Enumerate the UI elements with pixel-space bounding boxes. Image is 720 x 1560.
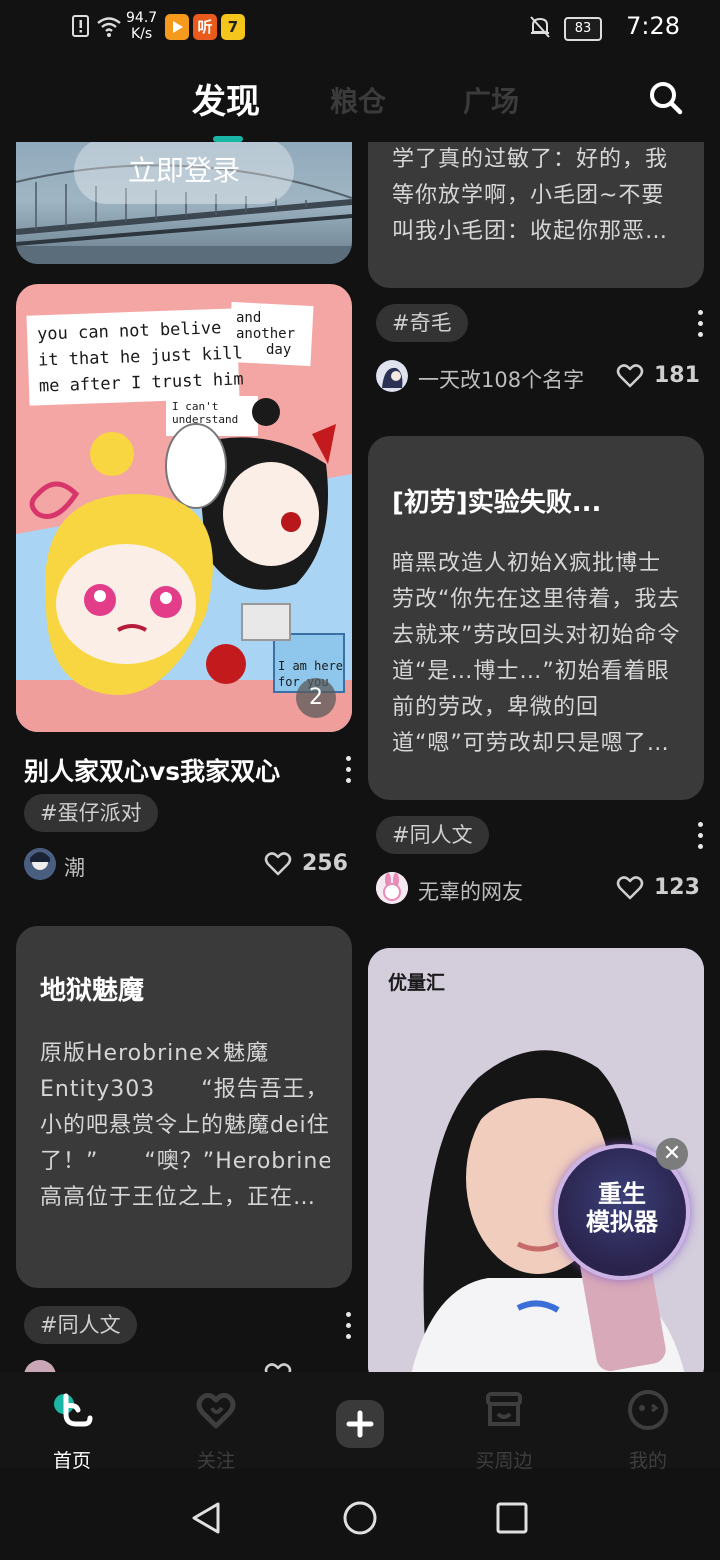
wifi-icon	[97, 17, 121, 37]
post-title: 地狱魅魔	[40, 976, 145, 1006]
post-excerpt: 暗黑改造人初始X疯批博士劳改“你先在这里待着，我去去就来”劳改回头对初始命令道“…	[392, 551, 681, 756]
post-excerpt: 学了真的过敏了：好的，我等你放学啊，小毛团~不要叫我小毛团：收起你那恶…	[392, 147, 669, 244]
post-title[interactable]: 别人家双心vs我家双心	[24, 752, 280, 788]
like-heart-icon[interactable]	[264, 1362, 292, 1372]
post-image[interactable]: you can not belive it that he just kill …	[16, 284, 352, 732]
heart-follow-icon	[196, 1392, 236, 1429]
post-tag[interactable]: #奇毛	[376, 304, 468, 342]
ad-card[interactable]: 优量汇 重生 模拟器 ✕	[368, 948, 704, 1372]
video-app-icon	[165, 14, 189, 40]
mute-bell-icon	[530, 16, 550, 38]
tab-granary[interactable]: 粮仓	[330, 80, 386, 120]
back-icon[interactable]	[188, 1500, 224, 1536]
nav-shop-label[interactable]: 买周边	[454, 1446, 554, 1473]
create-post-button[interactable]	[310, 1398, 410, 1450]
like-count: 256	[302, 851, 348, 876]
comic-caption-small: I can't understand	[172, 400, 239, 426]
bottom-navigation: 首页 关注 买周边 我的	[0, 1372, 720, 1472]
more-options-icon[interactable]	[698, 822, 704, 855]
more-options-icon[interactable]	[346, 1312, 352, 1345]
listen-app-icon: 听	[193, 14, 217, 40]
like-heart-icon[interactable]	[616, 875, 644, 901]
home-icon	[54, 1393, 93, 1427]
ad-label: 优量汇	[388, 972, 446, 994]
nav-shop[interactable]	[454, 1388, 554, 1436]
system-navigation-bar	[0, 1470, 720, 1560]
net-speed: 94.7 K/s	[126, 10, 158, 42]
more-options-icon[interactable]	[346, 756, 352, 789]
avatar[interactable]	[376, 360, 408, 392]
recents-icon[interactable]	[494, 1500, 530, 1536]
author-name[interactable]: 无辜的网友	[418, 876, 523, 906]
clock: 7:28	[626, 12, 680, 40]
like-count: 181	[654, 363, 700, 388]
comic-caption-right: and another day	[236, 310, 296, 358]
nav-follow-label[interactable]: 关注	[166, 1446, 266, 1473]
post-tag[interactable]: #蛋仔派对	[24, 794, 158, 832]
author-name[interactable]: 潮	[64, 852, 85, 882]
like-heart-icon[interactable]	[264, 851, 292, 877]
post-excerpt: 原版Herobrine×魅魔Entity303 “报告吾王，小的吧悬赏令上的魅魔…	[40, 1041, 330, 1210]
plus-icon	[336, 1400, 384, 1448]
image-count-badge: 2	[296, 678, 336, 718]
shop-icon	[486, 1392, 522, 1426]
home-circle-icon[interactable]	[342, 1500, 378, 1536]
like-count: 123	[654, 875, 700, 900]
tab-square[interactable]: 广场	[463, 80, 519, 120]
close-icon[interactable]: ✕	[656, 1138, 688, 1170]
text-post-card[interactable]: 地狱魅魔 原版Herobrine×魅魔Entity303 “报告吾王，小的吧悬赏…	[16, 926, 352, 1288]
comic-caption-main: you can not belive it that he just kill …	[36, 318, 244, 397]
nav-follow[interactable]	[166, 1388, 266, 1436]
login-banner[interactable]: 立即登录	[16, 142, 352, 264]
post-tag[interactable]: #同人文	[376, 816, 489, 854]
avatar[interactable]	[24, 848, 56, 880]
like-heart-icon[interactable]	[616, 363, 644, 389]
seven-app-icon: 7	[221, 14, 245, 40]
post-title: [初劳]实验失败...	[392, 488, 602, 518]
login-button[interactable]: 立即登录	[74, 142, 294, 204]
text-post-card[interactable]: 学了真的过敏了：好的，我等你放学啊，小毛团~不要叫我小毛团：收起你那恶…	[368, 142, 704, 288]
search-icon[interactable]	[648, 80, 684, 116]
text-post-card[interactable]: [初劳]实验失败... 暗黑改造人初始X疯批博士劳改“你先在这里待着，我去去就来…	[368, 436, 704, 800]
avatar[interactable]	[376, 872, 408, 904]
nav-profile[interactable]	[598, 1388, 698, 1436]
post-tag[interactable]: #同人文	[24, 1306, 137, 1344]
discover-feed[interactable]: 立即登录 you can not belive it that he just …	[0, 142, 720, 1372]
battery-indicator: 83	[564, 17, 602, 41]
profile-icon	[628, 1390, 668, 1430]
more-options-icon[interactable]	[698, 310, 704, 343]
nav-home[interactable]	[22, 1388, 122, 1436]
nav-home-label[interactable]: 首页	[22, 1446, 122, 1473]
tab-discover[interactable]: 发现	[192, 74, 260, 123]
nav-profile-label[interactable]: 我的	[598, 1446, 698, 1473]
author-name[interactable]: 一天改108个名字	[418, 364, 584, 394]
status-bar: 94.7 K/s 听 7 83 7:28	[0, 0, 720, 56]
sim-alert-icon	[72, 15, 89, 37]
avatar[interactable]	[24, 1360, 56, 1372]
